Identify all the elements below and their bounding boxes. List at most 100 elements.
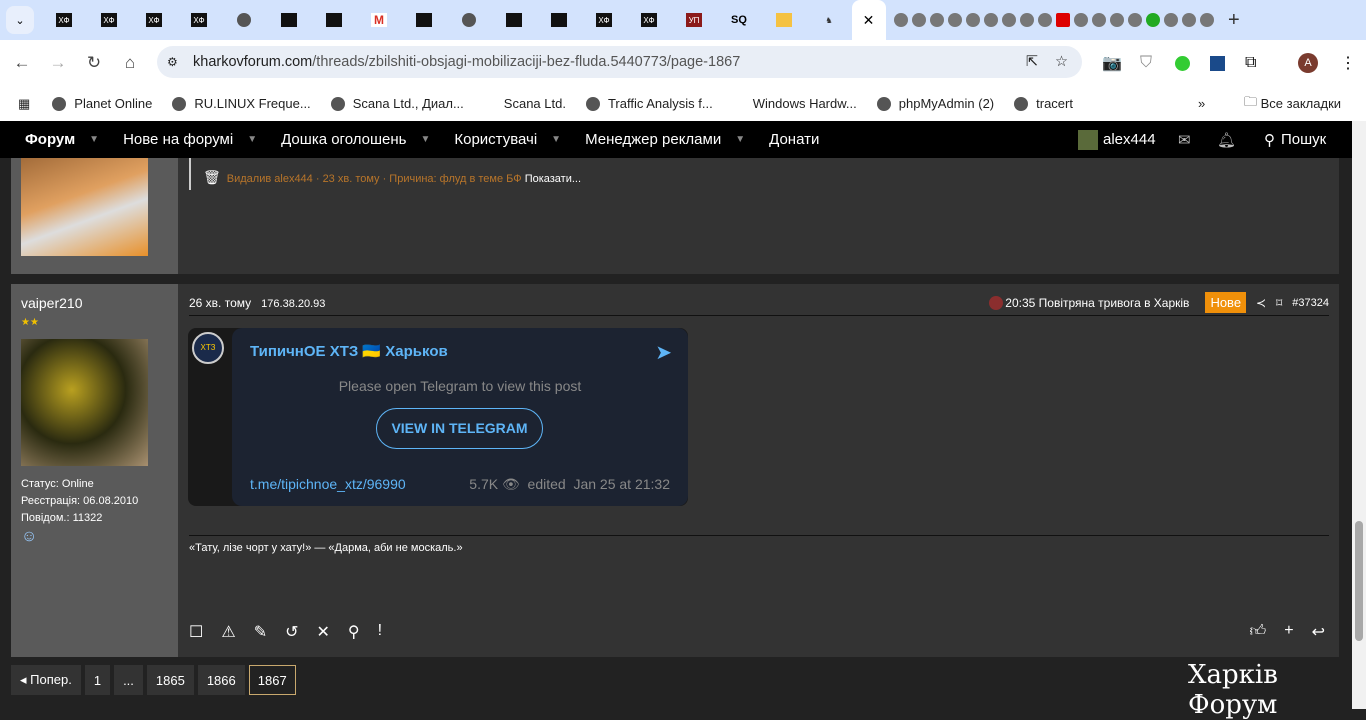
nav-board[interactable]: Дошка оголошень ▼ — [269, 131, 442, 148]
reload-button[interactable]: ↻ — [76, 53, 112, 73]
bookmark[interactable]: Windows Hardw... — [753, 96, 857, 111]
tab[interactable]: SQ — [717, 0, 762, 40]
page-ellipsis[interactable]: ... — [114, 665, 143, 695]
extension-icon[interactable] — [1210, 55, 1225, 71]
post-time[interactable]: 26 хв. тому — [189, 296, 251, 310]
show-link[interactable]: Показати... — [525, 173, 581, 185]
share-icon[interactable]: ≺ — [1256, 296, 1266, 310]
page-link[interactable]: 1 — [84, 665, 111, 695]
profile-avatar[interactable]: A — [1298, 53, 1318, 73]
tab[interactable] — [762, 0, 807, 40]
delete-icon[interactable]: ✕ — [317, 622, 330, 642]
back-button[interactable]: ← — [4, 53, 40, 73]
tab[interactable]: M — [357, 0, 402, 40]
tab[interactable]: ХФ — [132, 0, 177, 40]
new-tab-button[interactable]: + — [1228, 9, 1240, 32]
bookmark[interactable]: tracert — [1014, 96, 1073, 111]
globe-icon — [330, 96, 345, 111]
tab[interactable]: ХФ — [627, 0, 672, 40]
telegram-link[interactable]: t.me/tipichnoe_xtz/96990 — [250, 476, 406, 492]
bookmark[interactable]: RU.LINUX Freque... — [172, 96, 311, 111]
bell-icon[interactable]: 🔔︎ — [1217, 131, 1236, 149]
prev-page-button[interactable]: ◂ Попер. — [11, 665, 81, 695]
username[interactable]: vaiper210 — [21, 295, 83, 311]
puzzle-icon[interactable]: ⧉ — [1245, 54, 1256, 72]
globe-icon — [585, 96, 600, 111]
dropdown-arrow-icon[interactable]: ▼ — [735, 134, 745, 145]
url-input[interactable]: ⚙ kharkovforum.com/threads/zbilshiti-obs… — [157, 46, 1082, 78]
open-in-app-icon[interactable]: ⇱ — [1026, 54, 1038, 70]
tab[interactable]: ХФ — [582, 0, 627, 40]
dropdown-arrow-icon[interactable]: ▼ — [551, 134, 561, 145]
nav-forum[interactable]: Форум ▼ — [0, 131, 111, 148]
tab[interactable]: ХФ — [42, 0, 87, 40]
bookmark-star-icon[interactable]: ☆ — [1055, 54, 1068, 70]
post-number[interactable]: #37324 — [1292, 297, 1329, 309]
page-link[interactable]: 1866 — [197, 665, 245, 695]
nav-donate[interactable]: Донати — [757, 131, 831, 148]
multiquote-icon[interactable]: + — [1284, 622, 1293, 642]
nav-users[interactable]: Користувачі ▼ — [442, 131, 573, 148]
warn-icon[interactable]: ! — [378, 622, 382, 642]
dropdown-arrow-icon[interactable]: ▼ — [89, 134, 99, 145]
close-tab-icon[interactable]: ✕ — [863, 12, 875, 29]
report-icon[interactable]: ⚠ — [221, 622, 235, 642]
scrollbar[interactable] — [1352, 121, 1366, 709]
shield-icon[interactable]: ⛉ — [1140, 54, 1152, 72]
trash-icon: 🗑 — [203, 169, 221, 185]
search-label: Пошук — [1281, 131, 1327, 148]
search-button[interactable]: ⚲ Пошук — [1252, 131, 1338, 149]
like-icon[interactable]: 👍︎ — [1250, 622, 1267, 642]
edit-icon[interactable]: ✎ — [254, 622, 267, 642]
page-link[interactable]: 1865 — [146, 665, 194, 695]
tab[interactable]: УП — [672, 0, 717, 40]
nav-ads[interactable]: Менеджер реклами ▼ — [573, 131, 757, 148]
tab[interactable] — [267, 0, 312, 40]
active-tab[interactable]: ✕ — [852, 0, 886, 40]
current-page[interactable]: 1867 — [248, 665, 296, 695]
camera-icon[interactable]: 📷 — [1102, 53, 1122, 73]
bookmark[interactable]: Scana Ltd. — [504, 96, 566, 111]
user-avatar — [1078, 129, 1098, 150]
user-menu[interactable]: alex444 — [1066, 129, 1168, 150]
tab-search-button[interactable]: ⌄ — [6, 6, 34, 34]
tab[interactable] — [537, 0, 582, 40]
telegram-channel[interactable]: ТипичнОЕ ХТЗ 🇺🇦 Харьков — [250, 342, 448, 360]
apps-icon[interactable]: ▦ — [18, 96, 30, 112]
bookmark[interactable]: Traffic Analysis f... — [585, 96, 713, 111]
history-icon[interactable]: ↺ — [285, 622, 298, 642]
extension-green-icon[interactable] — [1175, 55, 1190, 71]
tab[interactable] — [447, 0, 492, 40]
mail-icon[interactable]: ✉ — [1178, 131, 1191, 149]
view-in-telegram-button[interactable]: VIEW IN TELEGRAM — [376, 408, 543, 449]
bookmark[interactable]: Planet Online — [52, 96, 152, 111]
search-icon[interactable]: ⚲ — [348, 622, 360, 642]
menu-icon[interactable]: ⋮ — [1340, 53, 1356, 73]
address-bar-row: ← → ↻ ⌂ ⚙ kharkovforum.com/threads/zbils… — [0, 40, 1366, 86]
avatar[interactable] — [21, 158, 148, 256]
tab-favicon — [551, 13, 567, 27]
tab[interactable] — [222, 0, 267, 40]
nav-new[interactable]: Нове на форумі ▼ — [111, 131, 269, 148]
site-info-icon[interactable]: ⚙ — [167, 55, 178, 69]
tab[interactable]: ♞ — [807, 0, 852, 40]
dropdown-arrow-icon[interactable]: ▼ — [247, 134, 257, 145]
all-bookmarks[interactable]: 🗀 Все закладки — [1244, 93, 1341, 115]
more-bookmarks-button[interactable]: » — [1198, 96, 1205, 111]
dropdown-arrow-icon[interactable]: ▼ — [420, 134, 430, 145]
avatar[interactable] — [21, 339, 148, 466]
tab[interactable] — [402, 0, 447, 40]
tab[interactable] — [492, 0, 537, 40]
bookmark-icon[interactable]: ⌑ — [1276, 296, 1282, 310]
tab[interactable]: ХФ — [87, 0, 132, 40]
select-checkbox[interactable]: ☐ — [189, 622, 203, 642]
bookmark[interactable]: Scana Ltd., Диал... — [330, 96, 464, 111]
forward-button[interactable]: → — [40, 53, 76, 73]
tab[interactable] — [312, 0, 357, 40]
bookmark[interactable]: phpMyAdmin (2) — [876, 96, 994, 111]
tab[interactable]: ХФ — [177, 0, 222, 40]
reply-icon[interactable]: ↩ — [1312, 622, 1325, 642]
footer-logo[interactable]: Харків Форум — [1188, 660, 1366, 720]
url-path: /threads/zbilshiti-obsjagi-mobilizaciji-… — [312, 54, 741, 70]
home-button[interactable]: ⌂ — [112, 53, 148, 73]
